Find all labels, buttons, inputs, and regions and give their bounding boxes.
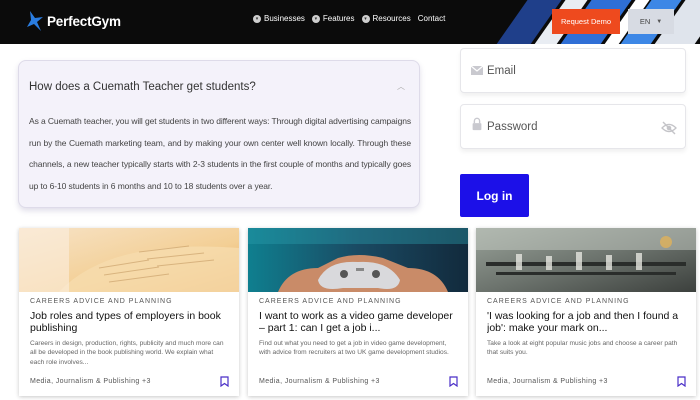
- card-description: Take a look at eight popular music jobs …: [487, 340, 678, 357]
- nav-item-businesses[interactable]: ▾ Businesses: [253, 14, 305, 23]
- top-navigation-bar: PerfectGym ▾ Businesses ▾ Features ▾ Res…: [0, 0, 700, 44]
- brand-name: PerfectGym: [47, 13, 121, 29]
- card-title[interactable]: Job roles and types of employers in book…: [30, 310, 229, 334]
- lock-icon: [472, 117, 482, 131]
- main-nav: ▾ Businesses ▾ Features ▾ Resources Cont…: [253, 14, 445, 23]
- bookmark-icon[interactable]: [677, 376, 686, 387]
- article-card-book-publishing[interactable]: CAREERS ADVICE AND PLANNING Job roles an…: [19, 228, 239, 396]
- email-field[interactable]: [460, 48, 686, 93]
- card-title[interactable]: 'I was looking for a job and then I foun…: [487, 310, 686, 334]
- request-demo-button[interactable]: Request Demo: [552, 9, 620, 34]
- bookmark-icon[interactable]: [220, 376, 229, 387]
- card-title[interactable]: I want to work as a video game developer…: [259, 310, 458, 334]
- envelope-icon: [470, 65, 484, 75]
- password-input[interactable]: [487, 113, 657, 141]
- card-body: CAREERS ADVICE AND PLANNING 'I was looki…: [487, 298, 686, 367]
- perfectgym-logo[interactable]: PerfectGym: [26, 9, 121, 33]
- nav-item-contact[interactable]: Contact: [418, 14, 446, 23]
- hide-password-icon[interactable]: [661, 120, 677, 136]
- article-card-video-game[interactable]: CAREERS ADVICE AND PLANNING I want to wo…: [248, 228, 468, 396]
- book-pages-image: [19, 228, 239, 292]
- card-description: Find out what you need to get a job in v…: [259, 340, 449, 357]
- chevron-down-icon: ▾: [311, 14, 320, 23]
- card-category: CAREERS ADVICE AND PLANNING: [30, 298, 173, 305]
- faq-accordion-item[interactable]: How does a Cuemath Teacher get students?…: [18, 60, 420, 208]
- email-input[interactable]: [487, 57, 657, 85]
- nav-item-resources[interactable]: ▾ Resources: [361, 14, 411, 23]
- card-description: Careers in design, production, rights, p…: [30, 340, 224, 366]
- logo-star-icon: [27, 11, 43, 31]
- login-button[interactable]: Log in: [460, 174, 529, 217]
- language-label: EN: [639, 17, 651, 26]
- bookmark-icon[interactable]: [449, 376, 458, 387]
- chevron-up-icon[interactable]: ︿: [397, 81, 405, 92]
- music-studio-image: [476, 228, 696, 292]
- card-footer: Media, Journalism & Publishing +3: [487, 376, 686, 387]
- card-tags: Media, Journalism & Publishing +3: [259, 378, 380, 385]
- faq-question: How does a Cuemath Teacher get students?: [29, 81, 256, 93]
- chevron-down-icon: ▼: [656, 18, 663, 25]
- card-category: CAREERS ADVICE AND PLANNING: [259, 298, 402, 305]
- password-field[interactable]: [460, 104, 686, 149]
- chevron-down-icon: ▾: [361, 14, 370, 23]
- nav-label: Businesses: [264, 14, 305, 23]
- card-tags: Media, Journalism & Publishing +3: [30, 378, 151, 385]
- card-tags: Media, Journalism & Publishing +3: [487, 378, 608, 385]
- nav-label: Resources: [372, 14, 411, 23]
- game-controller-image: [248, 228, 468, 292]
- language-selector[interactable]: EN ▼: [628, 9, 674, 34]
- card-body: CAREERS ADVICE AND PLANNING Job roles an…: [30, 298, 229, 367]
- card-footer: Media, Journalism & Publishing +3: [259, 376, 458, 387]
- nav-label: Features: [322, 14, 355, 23]
- card-category: CAREERS ADVICE AND PLANNING: [487, 298, 630, 305]
- faq-answer: As a Cuemath teacher, you will get stude…: [29, 116, 411, 191]
- nav-label: Contact: [417, 14, 446, 23]
- card-body: CAREERS ADVICE AND PLANNING I want to wo…: [259, 298, 458, 367]
- nav-item-features[interactable]: ▾ Features: [311, 14, 355, 23]
- chevron-down-icon: ▾: [253, 14, 261, 23]
- card-footer: Media, Journalism & Publishing +3: [30, 376, 229, 387]
- article-card-music-jobs[interactable]: CAREERS ADVICE AND PLANNING 'I was looki…: [476, 228, 696, 396]
